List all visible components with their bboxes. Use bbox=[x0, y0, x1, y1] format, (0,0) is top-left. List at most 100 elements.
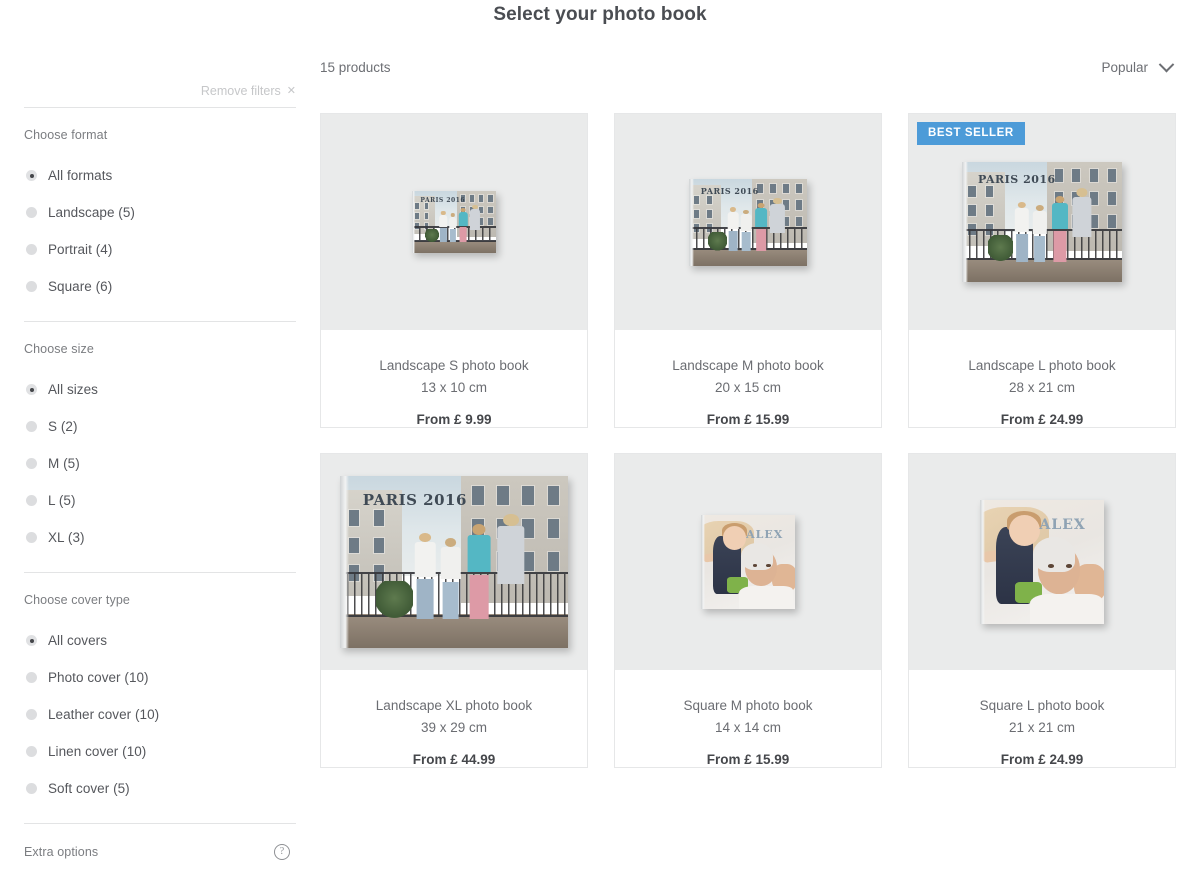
radio-icon[interactable] bbox=[26, 709, 37, 720]
filter-option-all-formats[interactable]: All formats bbox=[24, 157, 296, 194]
product-details: Landscape XL photo book 39 x 29 cm From £ … bbox=[321, 670, 587, 767]
product-image[interactable]: ALEX bbox=[909, 454, 1175, 670]
filter-option-all-covers[interactable]: All covers bbox=[24, 622, 296, 659]
filter-option-soft-cover-5[interactable]: Soft cover (5) bbox=[24, 770, 296, 807]
window-decor bbox=[488, 206, 493, 214]
radio-icon[interactable] bbox=[26, 207, 37, 218]
product-dimensions: 13 x 10 cm bbox=[420, 380, 488, 395]
radio-icon[interactable] bbox=[26, 746, 37, 757]
figure-decor bbox=[415, 532, 436, 619]
radio-selected-icon[interactable] bbox=[26, 384, 37, 395]
product-card[interactable]: ALEX Square L photo book 21 x 21 cm From £ … bbox=[908, 453, 1176, 768]
filter-option-label: Leather cover (10) bbox=[48, 707, 160, 722]
filter-option-all-sizes[interactable]: All sizes bbox=[24, 371, 296, 408]
product-price: From £ 24.99 bbox=[1000, 412, 1084, 427]
book-spine bbox=[962, 162, 969, 282]
filter-group-title: Choose format bbox=[24, 128, 108, 142]
window-decor bbox=[1107, 214, 1116, 228]
filter-groups: Choose format All formats Landscape (5) Por… bbox=[24, 108, 296, 883]
product-price: From £ 9.99 bbox=[416, 412, 492, 427]
figure-decor bbox=[740, 209, 752, 251]
product-details: Square M photo book 14 x 14 cm From £ 15.9… bbox=[615, 670, 881, 767]
photo-book-mockup: ALEX bbox=[701, 515, 795, 609]
cover-title: PARIS 2016 bbox=[420, 196, 466, 204]
filter-group-header: Choose format bbox=[24, 128, 296, 142]
filter-option-l-5[interactable]: L (5) bbox=[24, 482, 296, 519]
window-decor bbox=[488, 194, 493, 202]
window-decor bbox=[1107, 192, 1116, 206]
filter-option-photo-cover-10[interactable]: Photo cover (10) bbox=[24, 659, 296, 696]
window-decor bbox=[349, 510, 360, 526]
photo-book-mockup: PARIS 2016 bbox=[340, 476, 568, 648]
filter-group-choose-cover-type: Choose cover type All covers Photo cover (… bbox=[24, 573, 296, 823]
figure-decor bbox=[727, 207, 739, 251]
figure-decor bbox=[440, 537, 461, 619]
filter-option-label: M (5) bbox=[48, 456, 80, 471]
page-title: Select your photo book bbox=[493, 4, 707, 25]
figure-decor bbox=[770, 197, 785, 251]
filter-option-label: Square (6) bbox=[48, 279, 113, 294]
window-decor bbox=[770, 183, 777, 194]
filter-option-leather-cover-10[interactable]: Leather cover (10) bbox=[24, 696, 296, 733]
filter-option-linen-cover-10[interactable]: Linen cover (10) bbox=[24, 733, 296, 770]
filter-sidebar: Remove filters ✕ Choose format All formats… bbox=[24, 84, 296, 883]
radio-icon[interactable] bbox=[26, 421, 37, 432]
filter-option-label: All sizes bbox=[48, 382, 98, 397]
product-image[interactable]: PARIS 2016 bbox=[321, 454, 587, 670]
window-decor bbox=[547, 486, 559, 506]
filter-group-choose-size: Choose size All sizes S (2) M (5) L (5) XL (3… bbox=[24, 322, 296, 572]
filter-option-s-2[interactable]: S (2) bbox=[24, 408, 296, 445]
product-dimensions: 28 x 21 cm bbox=[1008, 380, 1076, 395]
window-decor bbox=[349, 537, 360, 554]
window-decor bbox=[374, 537, 385, 554]
product-image[interactable]: BEST SELLER PARIS 2016 bbox=[909, 114, 1175, 330]
filter-group-title: Choose size bbox=[24, 342, 94, 356]
product-details: Landscape S photo book 13 x 10 cm From £ 9… bbox=[321, 330, 587, 427]
product-card[interactable]: PARIS 2016 Landscape M photo book 20 x 15 … bbox=[614, 113, 882, 428]
figure-decor bbox=[1032, 205, 1047, 262]
product-image[interactable]: ALEX bbox=[615, 454, 881, 670]
filter-option-portrait-4[interactable]: Portrait (4) bbox=[24, 231, 296, 268]
radio-icon[interactable] bbox=[26, 495, 37, 506]
filter-option-m-5[interactable]: M (5) bbox=[24, 445, 296, 482]
window-decor bbox=[968, 186, 976, 197]
filter-option-layflat-premium[interactable]: Layflat Premium bbox=[24, 875, 296, 883]
radio-icon[interactable] bbox=[26, 532, 37, 543]
window-decor bbox=[472, 486, 484, 506]
radio-selected-icon[interactable] bbox=[26, 635, 37, 646]
filter-option-label: S (2) bbox=[48, 419, 78, 434]
remove-filters-button[interactable]: Remove filters ✕ bbox=[24, 84, 296, 107]
book-spine bbox=[689, 178, 694, 266]
product-card[interactable]: BEST SELLER PARIS 2016 Landscape L photo… bbox=[908, 113, 1176, 428]
figure-decor bbox=[469, 204, 481, 243]
radio-selected-icon[interactable] bbox=[26, 170, 37, 181]
radio-icon[interactable] bbox=[26, 458, 37, 469]
sort-dropdown[interactable]: Popular bbox=[1101, 56, 1180, 75]
product-dimensions: 14 x 14 cm bbox=[714, 720, 782, 735]
product-card[interactable]: PARIS 2016 Landscape XL photo book 39 x 29… bbox=[320, 453, 588, 768]
filter-option-label: Photo cover (10) bbox=[48, 670, 149, 685]
radio-icon[interactable] bbox=[26, 672, 37, 683]
filter-option-xl-3[interactable]: XL (3) bbox=[24, 519, 296, 556]
product-dimensions: 21 x 21 cm bbox=[1008, 720, 1076, 735]
filter-option-landscape-5[interactable]: Landscape (5) bbox=[24, 194, 296, 231]
product-card[interactable]: PARIS 2016 Landscape S photo book 13 x 10 … bbox=[320, 113, 588, 428]
window-decor bbox=[424, 213, 429, 219]
filter-option-square-6[interactable]: Square (6) bbox=[24, 268, 296, 305]
close-icon[interactable]: ✕ bbox=[287, 84, 296, 97]
cover-title: ALEX bbox=[1039, 517, 1086, 534]
photo-book-mockup: PARIS 2016 bbox=[412, 191, 496, 253]
product-image[interactable]: PARIS 2016 bbox=[615, 114, 881, 330]
radio-icon[interactable] bbox=[26, 281, 37, 292]
product-price: From £ 15.99 bbox=[706, 752, 790, 767]
window-decor bbox=[693, 195, 700, 204]
product-image[interactable]: PARIS 2016 bbox=[321, 114, 587, 330]
product-card[interactable]: ALEX Square M photo book 14 x 14 cm From £ … bbox=[614, 453, 882, 768]
window-decor bbox=[693, 209, 700, 218]
question-mark-icon[interactable]: ? bbox=[274, 844, 290, 860]
figure-decor bbox=[1072, 188, 1092, 261]
product-name: Landscape S photo book bbox=[379, 358, 529, 373]
radio-icon[interactable] bbox=[26, 244, 37, 255]
figure-decor bbox=[467, 524, 491, 619]
radio-icon[interactable] bbox=[26, 783, 37, 794]
